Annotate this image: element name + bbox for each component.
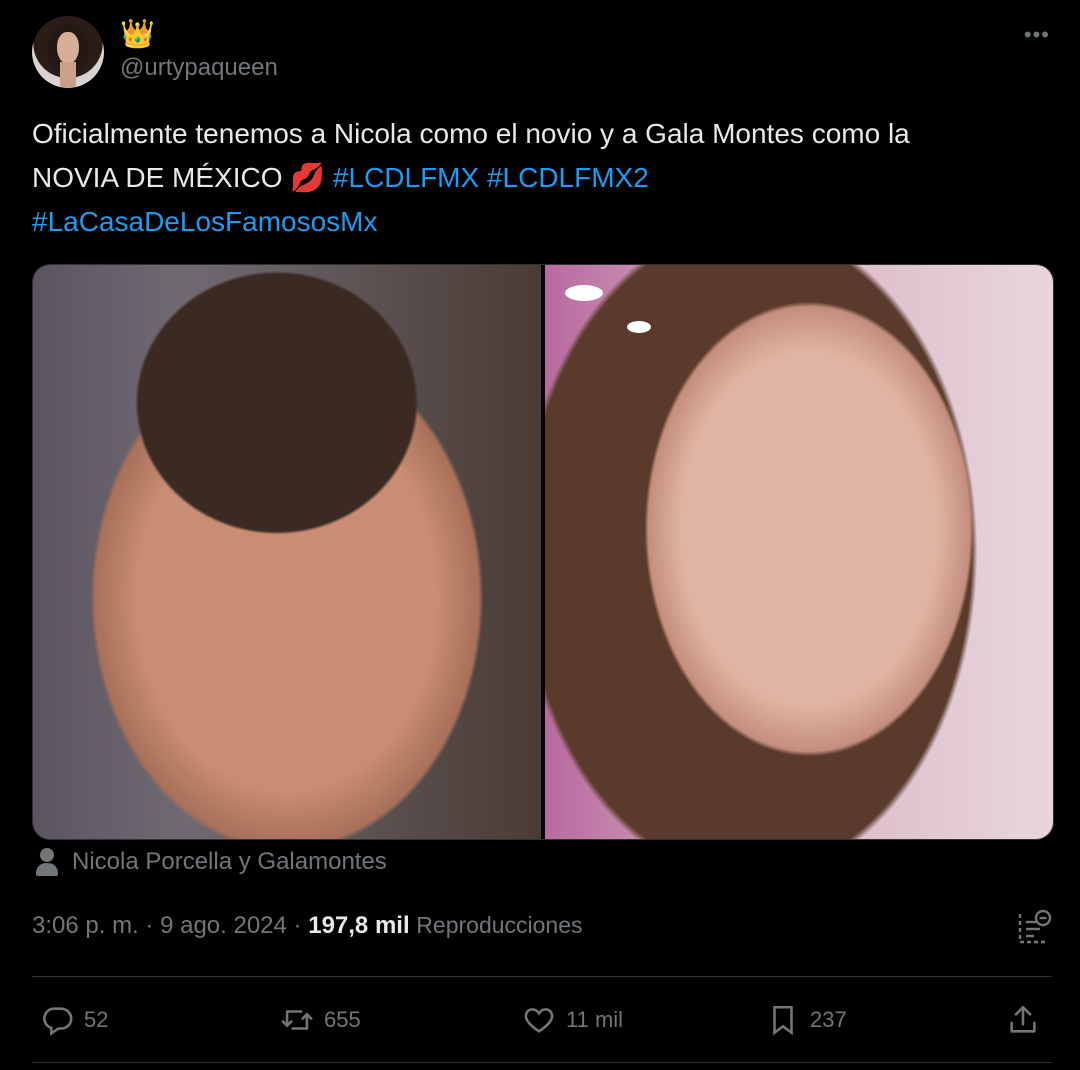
repost-count: 655 bbox=[324, 1007, 361, 1032]
divider bbox=[32, 976, 1052, 977]
hashtag-lcdlfmx2[interactable]: #LCDLFMX2 bbox=[487, 162, 649, 193]
tweet-text-line-1: Oficialmente tenemos a Nicola como el no… bbox=[32, 118, 910, 149]
hashtag-lacasadelosfamososmx[interactable]: #LaCasaDeLosFamososMx bbox=[32, 206, 378, 237]
avatar-face bbox=[57, 32, 79, 64]
person-icon bbox=[34, 846, 60, 878]
user-handle[interactable]: @urtypaqueen bbox=[120, 54, 278, 82]
user-avatar[interactable] bbox=[32, 16, 104, 88]
heart-icon bbox=[524, 1008, 554, 1033]
reply-button[interactable]: 52 bbox=[40, 996, 108, 1044]
views-count: 197,8 mil bbox=[308, 912, 410, 939]
like-count: 11 mil bbox=[566, 1007, 624, 1032]
photo-nicola[interactable] bbox=[33, 265, 541, 839]
tweet-actions-bar: 52 655 11 mil 237 bbox=[32, 996, 1052, 1044]
reply-count: 52 bbox=[84, 1007, 109, 1032]
ceiling-light bbox=[627, 321, 651, 333]
bookmark-count: 237 bbox=[810, 1007, 847, 1032]
tweet-text: Oficialmente tenemos a Nicola como el no… bbox=[32, 112, 1042, 244]
meta-separator: · bbox=[293, 912, 302, 939]
avatar-neck bbox=[60, 62, 76, 88]
bookmark-icon bbox=[773, 1005, 793, 1036]
share-button[interactable] bbox=[1006, 996, 1040, 1044]
hashtag-lcdlfmx[interactable]: #LCDLFMX bbox=[333, 162, 479, 193]
ceiling-light bbox=[565, 285, 603, 301]
tagged-people-row[interactable]: Nicola Porcella y Galamontes bbox=[34, 846, 387, 878]
bookmark-button[interactable]: 237 bbox=[766, 996, 847, 1044]
tweet-date[interactable]: 9 ago. 2024 bbox=[160, 912, 287, 939]
repost-button[interactable]: 655 bbox=[280, 996, 361, 1044]
tagged-people-text: Nicola Porcella y Galamontes bbox=[72, 848, 387, 875]
display-name-crown-emoji[interactable]: 👑 bbox=[120, 18, 155, 50]
share-icon bbox=[1010, 1005, 1036, 1033]
reply-icon bbox=[43, 1007, 73, 1036]
photo-gala[interactable] bbox=[545, 265, 1053, 839]
analytics-icon[interactable] bbox=[1016, 908, 1052, 948]
views-label: Reproducciones bbox=[416, 912, 583, 938]
repost-icon bbox=[281, 1010, 313, 1030]
tweet-time[interactable]: 3:06 p. m. bbox=[32, 912, 139, 939]
more-options-icon[interactable]: ••• bbox=[1024, 22, 1050, 48]
tweet-text-line-2: NOVIA DE MÉXICO 💋 bbox=[32, 162, 333, 193]
like-button[interactable]: 11 mil bbox=[522, 996, 623, 1044]
meta-separator: · bbox=[145, 912, 154, 939]
divider bbox=[32, 1062, 1052, 1063]
tweet-metadata: 3:06 p. m. · 9 ago. 2024 · 197,8 mil Rep… bbox=[32, 912, 583, 940]
tweet-media-grid bbox=[32, 264, 1054, 840]
